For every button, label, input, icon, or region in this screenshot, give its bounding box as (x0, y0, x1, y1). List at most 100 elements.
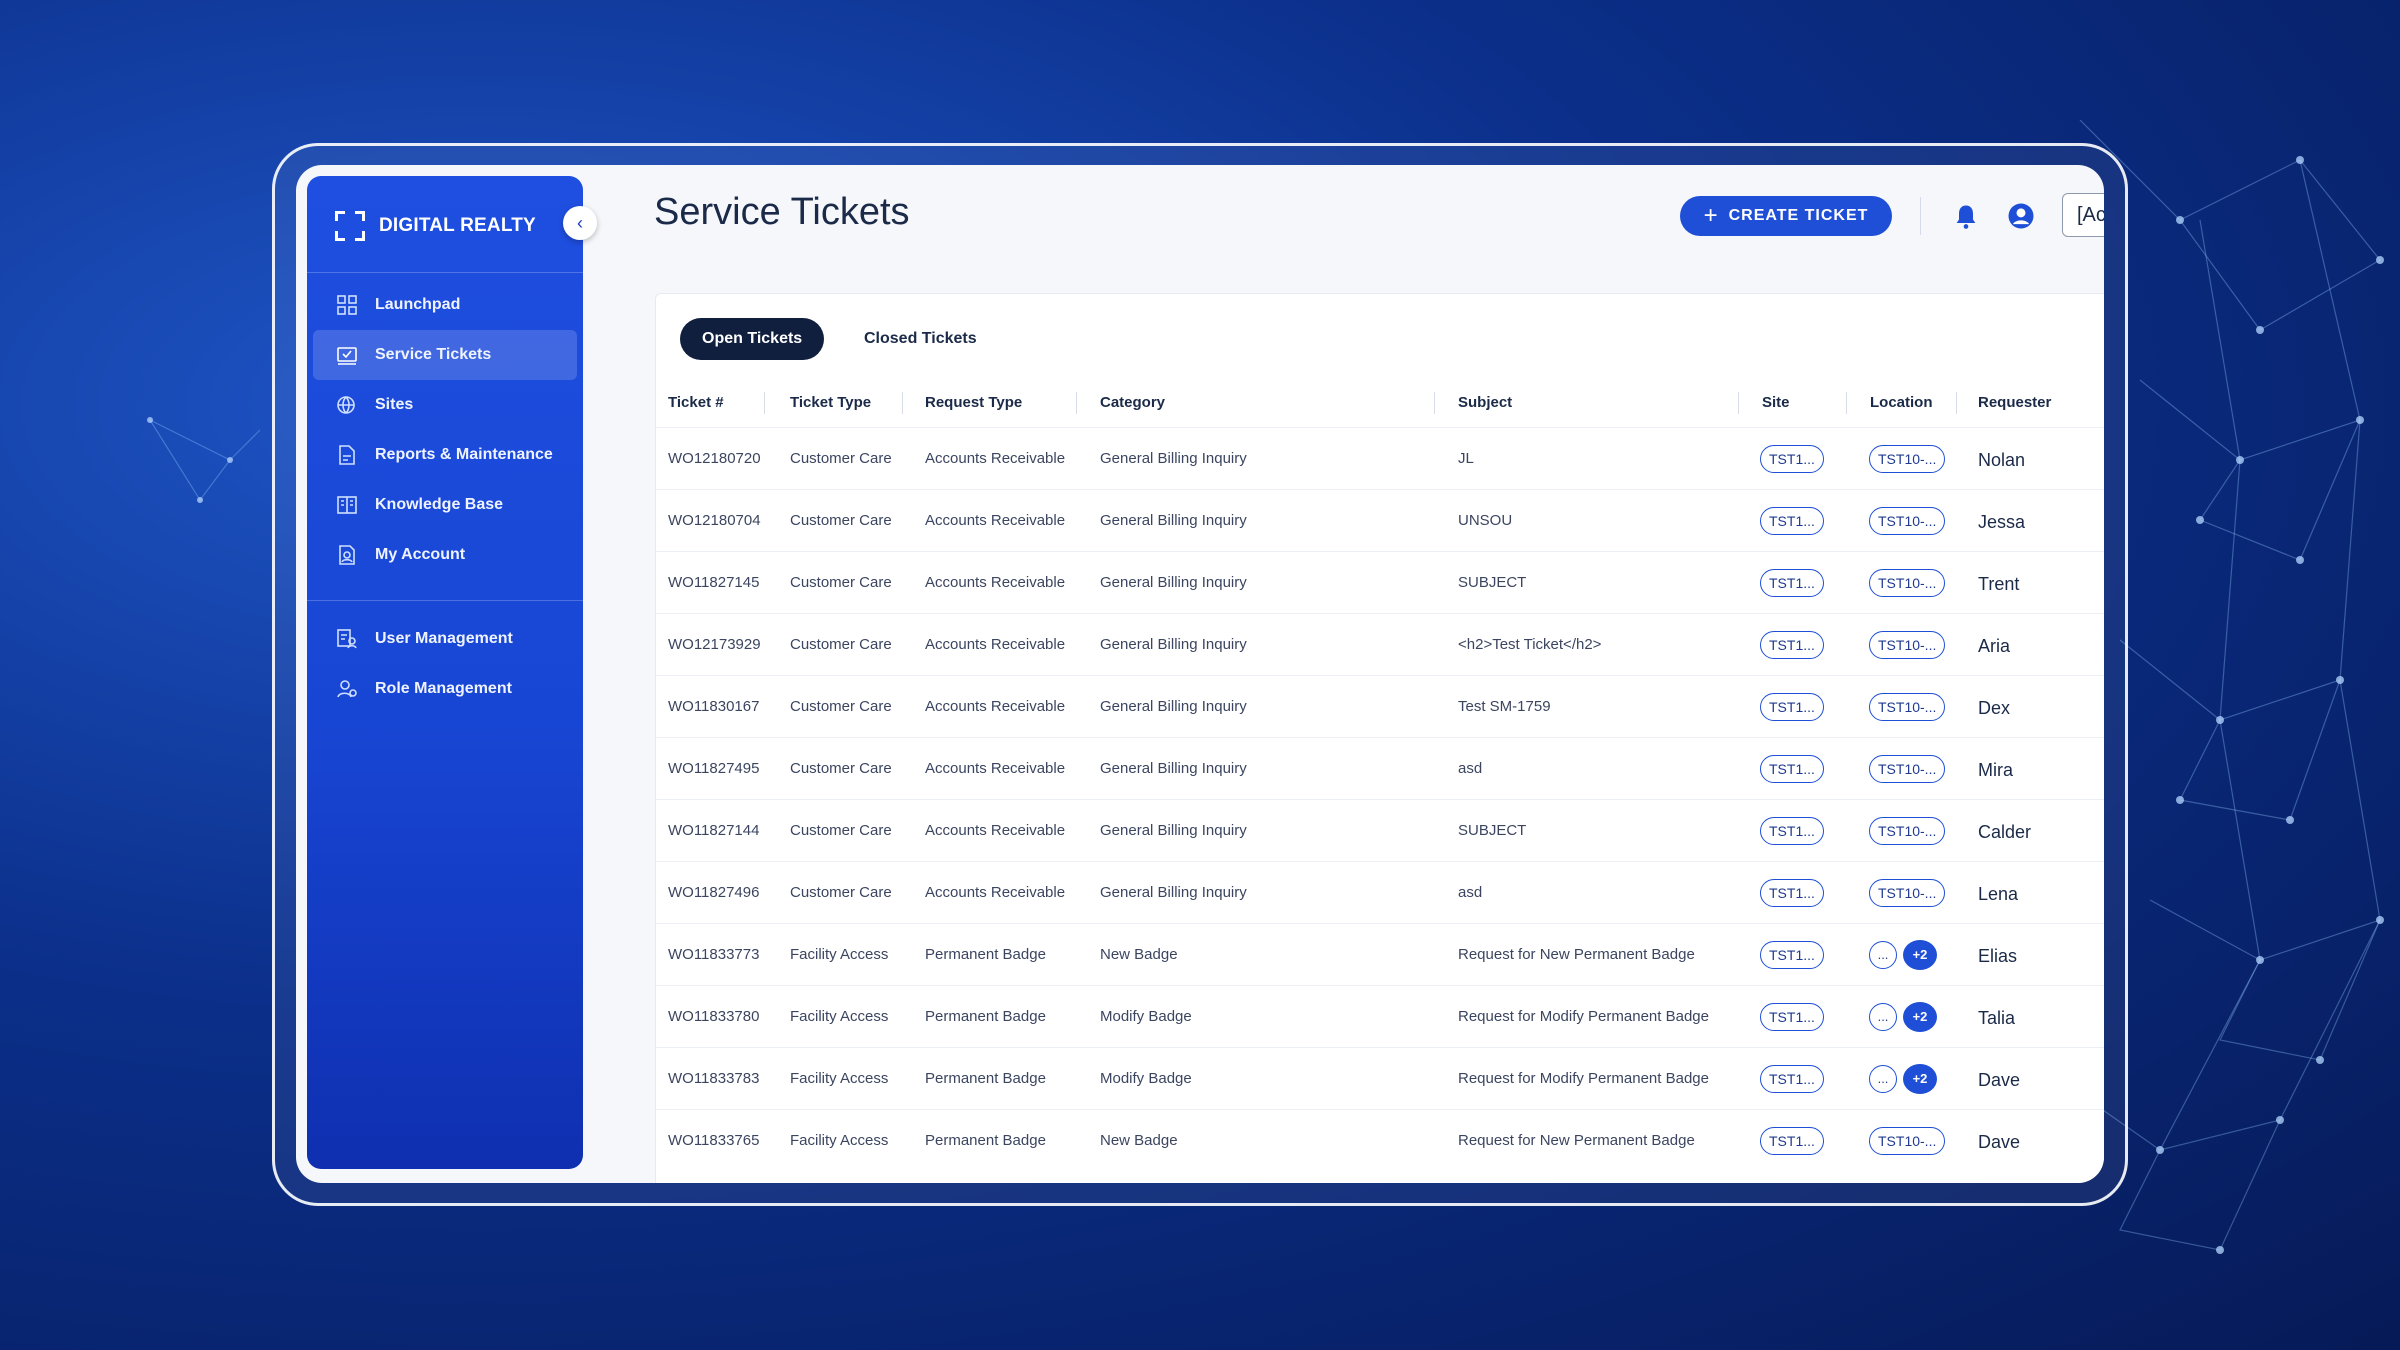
sidebar-item-user-management[interactable]: User Management (313, 614, 577, 664)
column-header-requester[interactable]: Requester (1978, 386, 2051, 418)
sidebar-item-reports[interactable]: Reports & Maintenance (313, 430, 577, 480)
table-row[interactable]: WO11827144 Customer Care Accounts Receiv… (656, 799, 2104, 861)
sidebar-divider (307, 600, 583, 601)
location-chip[interactable]: TST10-... (1869, 630, 1946, 659)
sidebar-item-role-management[interactable]: Role Management (313, 664, 577, 714)
cell-ticket-number[interactable]: WO11833780 (668, 986, 759, 1047)
cell-ticket-number[interactable]: WO11827496 (668, 862, 759, 923)
cell-ticket-number[interactable]: WO11827495 (668, 738, 759, 799)
site-chip[interactable]: TST1... (1760, 1126, 1824, 1155)
table-row[interactable]: WO11833783 Facility Access Permanent Bad… (656, 1047, 2104, 1109)
sidebar-item-label: Knowledge Base (375, 496, 504, 513)
table-row[interactable]: WO11827495 Customer Care Accounts Receiv… (656, 737, 2104, 799)
cell-category: New Badge (1100, 946, 1178, 963)
location-chip[interactable]: ... (1869, 1064, 1897, 1093)
column-header-site[interactable]: Site (1762, 386, 1790, 418)
location-chip[interactable]: TST10-... (1869, 1126, 1946, 1155)
column-header-ticket[interactable]: Ticket # (668, 386, 724, 418)
cell-request-type: Accounts Receivable (925, 512, 1066, 529)
cell-request-type: Accounts Receivable (925, 760, 1066, 777)
site-chip[interactable]: TST1... (1760, 692, 1824, 721)
site-chip[interactable]: TST1... (1760, 444, 1824, 473)
cell-requester: Lena (1978, 884, 2019, 904)
column-header-ticket-type[interactable]: Ticket Type (790, 386, 871, 418)
site-chip[interactable]: TST1... (1760, 506, 1824, 535)
column-header-category[interactable]: Category (1100, 386, 1165, 418)
location-more-badge[interactable]: +2 (1903, 1001, 1937, 1032)
site-chip[interactable]: TST1... (1760, 568, 1824, 597)
table-row[interactable]: WO11833780 Facility Access Permanent Bad… (656, 985, 2104, 1047)
site-chip[interactable]: TST1... (1760, 1002, 1824, 1031)
sidebar-item-sites[interactable]: Sites (313, 380, 577, 430)
brand-logo[interactable]: DIGITAL REALTY (335, 206, 536, 246)
sidebar-item-label: My Account (375, 546, 466, 563)
cell-subject: asd (1458, 760, 1483, 777)
column-divider (1434, 392, 1435, 414)
tab-open-tickets[interactable]: Open Tickets (680, 318, 825, 360)
cell-ticket-number[interactable]: WO11827144 (668, 800, 759, 861)
sidebar-nav: Launchpad Service Tickets Sites Reports … (313, 280, 577, 580)
create-ticket-button[interactable]: + CREATE TICKET (1680, 196, 1892, 236)
account-selector[interactable]: [Ac (2062, 193, 2104, 237)
location-chip[interactable]: TST10-... (1869, 816, 1946, 845)
column-header-subject[interactable]: Subject (1458, 386, 1512, 418)
cell-category: General Billing Inquiry (1100, 698, 1247, 715)
site-chip[interactable]: TST1... (1760, 878, 1824, 907)
site-chip[interactable]: TST1... (1760, 940, 1824, 969)
column-divider (902, 392, 903, 414)
sidebar-item-label: Reports & Maintenance (375, 446, 553, 463)
location-chip[interactable]: ... (1869, 940, 1897, 969)
cell-ticket-number[interactable]: WO11833773 (668, 924, 759, 985)
cell-category: Modify Badge (1100, 1070, 1192, 1087)
collapse-sidebar-button[interactable]: ‹ (563, 206, 597, 240)
table-row[interactable]: WO12173929 Customer Care Accounts Receiv… (656, 613, 2104, 675)
cell-requester: Dave (1978, 1070, 2021, 1090)
cell-ticket-number[interactable]: WO12180720 (668, 428, 761, 489)
table-row[interactable]: WO11833765 Facility Access Permanent Bad… (656, 1109, 2104, 1171)
cell-ticket-number[interactable]: WO12173929 (668, 614, 761, 675)
location-more-badge[interactable]: +2 (1903, 939, 1937, 970)
location-chip[interactable]: TST10-... (1869, 878, 1946, 907)
cell-ticket-number[interactable]: WO11833783 (668, 1048, 759, 1109)
site-chip[interactable]: TST1... (1760, 630, 1824, 659)
bell-icon[interactable] (1952, 201, 1980, 231)
cell-subject: Test SM-1759 (1458, 698, 1551, 715)
cell-ticket-number[interactable]: WO11830167 (668, 676, 759, 737)
table-row[interactable]: WO11830167 Customer Care Accounts Receiv… (656, 675, 2104, 737)
site-chip[interactable]: TST1... (1760, 816, 1824, 845)
cell-ticket-number[interactable]: WO11827145 (668, 552, 759, 613)
location-chip[interactable]: TST10-... (1869, 692, 1946, 721)
cell-requester: Talia (1978, 1008, 2016, 1028)
sidebar-item-service-tickets[interactable]: Service Tickets (313, 330, 577, 380)
site-chip[interactable]: TST1... (1760, 1064, 1824, 1093)
brand-name: DIGITAL REALTY (379, 215, 536, 236)
cell-category: General Billing Inquiry (1100, 884, 1247, 901)
cell-request-type: Accounts Receivable (925, 574, 1066, 591)
table-row[interactable]: WO11827145 Customer Care Accounts Receiv… (656, 551, 2104, 613)
sidebar-item-launchpad[interactable]: Launchpad (313, 280, 577, 330)
cell-requester: Dex (1978, 698, 2011, 718)
location-chip[interactable]: TST10-... (1869, 568, 1946, 597)
column-header-location[interactable]: Location (1870, 386, 1933, 418)
cell-ticket-number[interactable]: WO12180704 (668, 490, 761, 551)
table-row[interactable]: WO12180720 Customer Care Accounts Receiv… (656, 427, 2104, 489)
cell-ticket-number[interactable]: WO11833765 (668, 1110, 759, 1171)
sidebar-item-label: User Management (375, 630, 513, 647)
location-chip[interactable]: TST10-... (1869, 754, 1946, 783)
column-header-request-type[interactable]: Request Type (925, 386, 1022, 418)
sidebar-item-knowledge-base[interactable]: Knowledge Base (313, 480, 577, 530)
tab-closed-tickets[interactable]: Closed Tickets (842, 318, 999, 360)
sidebar-item-my-account[interactable]: My Account (313, 530, 577, 580)
location-chip[interactable]: ... (1869, 1002, 1897, 1031)
table-row[interactable]: WO11833773 Facility Access Permanent Bad… (656, 923, 2104, 985)
location-more-badge[interactable]: +2 (1903, 1063, 1937, 1094)
table-row[interactable]: WO12180704 Customer Care Accounts Receiv… (656, 489, 2104, 551)
cell-ticket-type: Customer Care (790, 698, 892, 715)
table-row[interactable]: WO11827496 Customer Care Accounts Receiv… (656, 861, 2104, 923)
site-chip[interactable]: TST1... (1760, 754, 1824, 783)
tickets-panel: Open Tickets Closed Tickets Ticket # Tic… (655, 293, 2104, 1183)
location-chip[interactable]: TST10-... (1869, 444, 1946, 473)
user-profile-icon[interactable] (2006, 201, 2036, 231)
location-chip[interactable]: TST10-... (1869, 506, 1946, 535)
cell-request-type: Permanent Badge (925, 946, 1046, 963)
